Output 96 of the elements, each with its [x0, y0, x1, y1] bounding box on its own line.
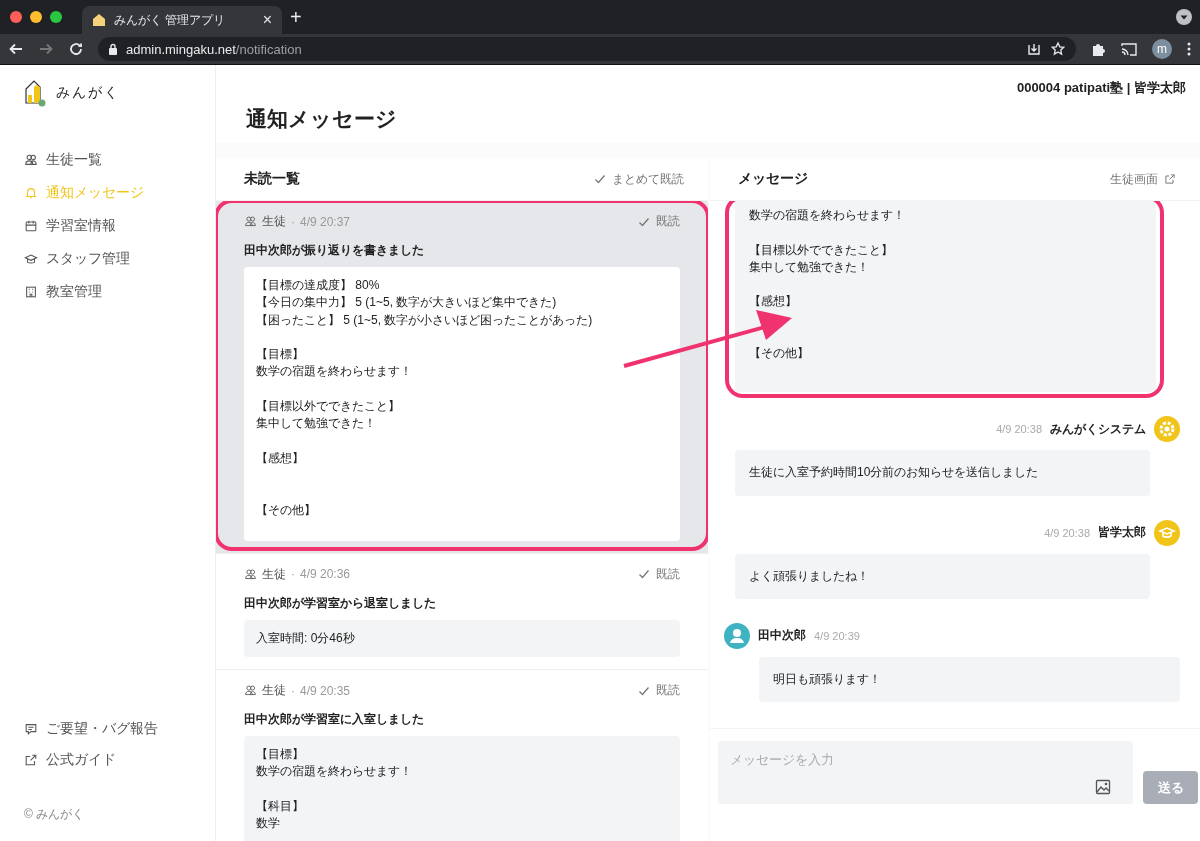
lock-icon: [108, 43, 118, 55]
nav-item[interactable]: スタッフ管理: [24, 250, 215, 268]
sender-name: 皆学太郎: [1098, 524, 1146, 542]
notification-title: 田中次郎が振り返りを書きました: [244, 242, 425, 259]
external-link-icon: [1164, 173, 1176, 185]
panel-title: 未読一覧: [244, 170, 300, 188]
text-line: よく頑張りましたね！: [749, 567, 869, 585]
star-icon[interactable]: [1050, 41, 1066, 57]
check-icon: [638, 684, 650, 697]
gear-avatar: [1154, 416, 1180, 443]
sender-name: 田中次郎: [758, 627, 806, 645]
notification-item[interactable]: 生徒 · 4/9 20:37 既読 田中次郎が振り返りを書きました 【目標の達成度】 80% 【今日の集中力】 5 (1~5, 数字が大きいほど集中できた) 【困ったこと】 5 (1~5, 数字が小さいほど困ったことがあった) 【目標】 数学の宿題を終わらせます！ 【目標以外でできたこと】 集中して勉強できた！ 【感想】 【その他】: [216, 201, 708, 554]
maximize-button[interactable]: [50, 11, 62, 23]
text-line: 【困ったこと】 5 (1~5, 数字が小さいほど困ったことがあった): [256, 311, 593, 329]
people-icon: [24, 153, 38, 167]
student-view-link[interactable]: 生徒画面: [1110, 170, 1176, 188]
nav-item[interactable]: 生徒一覧: [24, 151, 215, 169]
nav-item[interactable]: 学習室情報: [24, 217, 215, 235]
message-input[interactable]: メッセージを入力: [718, 741, 1133, 804]
cast-icon[interactable]: [1120, 41, 1138, 57]
house-icon: [92, 13, 106, 27]
separator-dot: ·: [291, 214, 295, 229]
notification-title: 田中次郎が学習室から退室しました: [244, 594, 437, 612]
text-line: 【感想】: [256, 449, 304, 467]
text-line: 生徒に入室予約時間10分前のお知らせを送信しました: [749, 464, 1039, 482]
people-icon: [244, 684, 257, 698]
sender-name: みんがくシステム: [1050, 420, 1146, 438]
panel-title: メッセージ: [738, 170, 808, 188]
text-line: 【今日の集中力】 5 (1~5, 数字が大きいほど集中できた): [256, 294, 557, 312]
text-line: 数学: [256, 815, 280, 833]
footer-link[interactable]: 公式ガイド: [24, 751, 215, 769]
sender-label: 生徒: [262, 213, 286, 230]
cap-avatar: [1154, 519, 1180, 546]
timestamp: 4/9 20:37: [300, 214, 351, 229]
text-line: 数学の宿題を終わらせます！: [256, 363, 412, 381]
separator-dot: ·: [291, 683, 295, 698]
text-line: 【目標】: [256, 746, 304, 764]
check-icon: [594, 173, 606, 185]
back-icon[interactable]: [8, 41, 24, 57]
mark-read-button[interactable]: 既読: [638, 565, 680, 583]
sender-label: 生徒: [262, 565, 286, 583]
message-time: 4/9 20:38: [996, 423, 1042, 436]
text-line: 数学の宿題を終わらせます！: [256, 763, 412, 781]
people-icon: [244, 567, 257, 581]
tab-close-button[interactable]: ×: [262, 11, 272, 29]
text-line: 【その他】: [256, 501, 316, 519]
comment-icon: [24, 722, 38, 736]
text-line: 入室時間: 0分46秒: [256, 629, 355, 647]
footer-link[interactable]: ご要望・バグ報告: [24, 720, 215, 738]
text-line: 【目標以外でできたこと】: [749, 241, 893, 259]
text-line: 【目標の達成度】 80%: [256, 277, 380, 294]
text-line: 【目標以外でできたこと】: [256, 398, 400, 416]
mark-read-button[interactable]: 既読: [638, 682, 680, 700]
timestamp: 4/9 20:36: [300, 567, 351, 582]
check-icon: [638, 215, 650, 228]
separator-dot: ·: [291, 567, 295, 582]
puzzle-icon[interactable]: [1090, 41, 1106, 57]
bell-icon: [24, 186, 38, 200]
text-line: 集中して勉強できた！: [256, 415, 376, 433]
image-icon[interactable]: [1095, 779, 1111, 795]
building-icon: [24, 285, 38, 299]
forward-icon[interactable]: [38, 41, 54, 57]
reload-icon[interactable]: [68, 41, 84, 57]
cap-icon: [24, 252, 38, 266]
mark-read-button[interactable]: 既読: [638, 213, 680, 230]
external-link-icon: [24, 753, 38, 767]
sender-label: 生徒: [262, 682, 286, 700]
install-icon[interactable]: [1026, 41, 1042, 57]
calendar-icon: [24, 219, 38, 233]
text-line: 集中して勉強できた！: [749, 258, 869, 276]
text-line: 【感想】: [749, 293, 797, 311]
notification-title: 田中次郎が学習室に入室しました: [244, 711, 425, 729]
text-line: 明日も頑張ります！: [773, 670, 881, 688]
menu-icon[interactable]: [1186, 41, 1192, 57]
account-label: 000004 patipati塾 | 皆学太郎: [1015, 79, 1186, 97]
people-icon: [244, 215, 257, 228]
text-line: 【その他】: [749, 345, 809, 363]
message-time: 4/9 20:39: [814, 629, 860, 642]
message-time: 4/9 20:38: [1044, 526, 1090, 539]
timestamp: 4/9 20:35: [300, 683, 351, 698]
logo-text: みんがく: [56, 84, 120, 102]
check-icon: [638, 568, 650, 581]
mark-all-read-button[interactable]: まとめて既読: [594, 170, 684, 188]
user-avatar: [724, 622, 750, 649]
new-tab-button[interactable]: +: [290, 5, 302, 29]
text-line: 【目標】: [256, 346, 304, 364]
minimize-button[interactable]: [30, 11, 42, 23]
copyright-text: © みんがく: [24, 806, 86, 823]
nav-item[interactable]: 教室管理: [24, 283, 215, 301]
browser-tab[interactable]: みんがく 管理アプリ ×: [82, 6, 282, 34]
dropdown-icon[interactable]: [1176, 9, 1192, 25]
close-window-button[interactable]: [10, 11, 22, 23]
text-line: 数学の宿題を終わらせます！: [749, 207, 905, 224]
text-line: 【科目】: [256, 798, 304, 816]
address-bar[interactable]: admin.mingaku.net/notification: [98, 37, 1076, 61]
page-title: 通知メッセージ: [246, 106, 398, 132]
